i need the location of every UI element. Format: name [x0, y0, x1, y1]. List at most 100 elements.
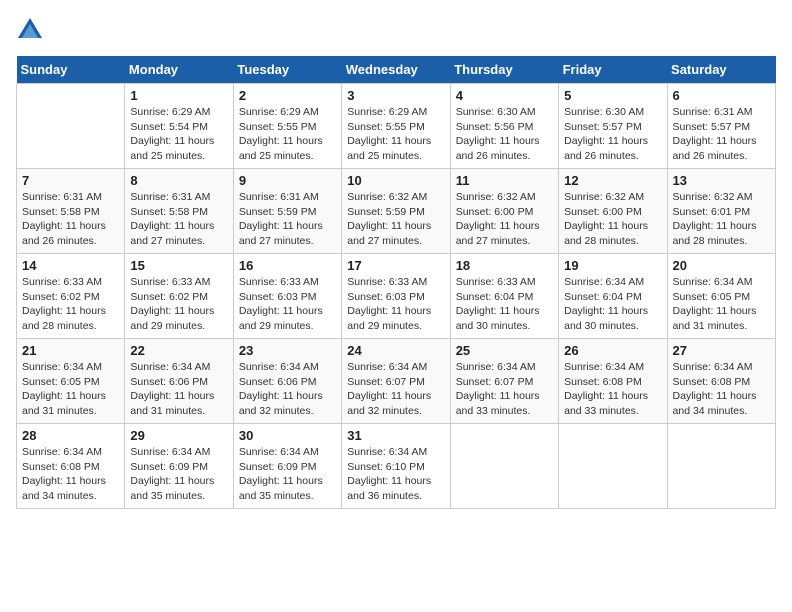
- column-header-sunday: Sunday: [17, 56, 125, 84]
- calendar-week-row: 7 Sunrise: 6:31 AM Sunset: 5:58 PM Daylig…: [17, 169, 776, 254]
- calendar-cell: 2 Sunrise: 6:29 AM Sunset: 5:55 PM Daylig…: [233, 84, 341, 169]
- calendar-week-row: 14Sunrise: 6:33 AM Sunset: 6:02 PM Dayli…: [17, 254, 776, 339]
- day-number: 13: [673, 173, 770, 188]
- day-number: 9: [239, 173, 336, 188]
- day-number: 2: [239, 88, 336, 103]
- calendar-cell: [559, 424, 667, 509]
- calendar-cell: 16 Sunrise: 6:33 AM Sunset: 6:03 PM Dayli…: [233, 254, 341, 339]
- calendar-cell: 22 Sunrise: 6:34 AM Sunset: 6:06 PM Dayli…: [125, 339, 233, 424]
- day-number: 21: [22, 343, 119, 358]
- day-number: 22: [130, 343, 227, 358]
- day-info: Sunrise: 6:34 AM Sunset: 6:10 PM Dayligh…: [347, 445, 444, 504]
- day-info: Sunrise: 6:31 AM Sunset: 5:58 PM Dayligh…: [130, 190, 227, 249]
- calendar-cell: 31 Sunrise: 6:34 AM Sunset: 6:10 PM Dayli…: [342, 424, 450, 509]
- calendar-cell: 17 Sunrise: 6:33 AM Sunset: 6:03 PM Dayli…: [342, 254, 450, 339]
- column-header-saturday: Saturday: [667, 56, 775, 84]
- day-info: Sunrise: 6:31 AM Sunset: 5:57 PM Dayligh…: [673, 105, 770, 164]
- day-number: 1: [130, 88, 227, 103]
- calendar-cell: 18 Sunrise: 6:33 AM Sunset: 6:04 PM Dayli…: [450, 254, 558, 339]
- day-number: 25: [456, 343, 553, 358]
- day-number: 8: [130, 173, 227, 188]
- day-info: Sunrise: 6:29 AM Sunset: 5:55 PM Dayligh…: [239, 105, 336, 164]
- calendar-cell: 9Sunrise: 6:31 AM Sunset: 5:59 PM Daylig…: [233, 169, 341, 254]
- calendar-week-row: 28 Sunrise: 6:34 AM Sunset: 6:08 PM Dayli…: [17, 424, 776, 509]
- day-info: Sunrise: 6:34 AM Sunset: 6:09 PM Dayligh…: [130, 445, 227, 504]
- day-info: Sunrise: 6:34 AM Sunset: 6:06 PM Dayligh…: [130, 360, 227, 419]
- calendar-cell: [17, 84, 125, 169]
- day-info: Sunrise: 6:34 AM Sunset: 6:04 PM Dayligh…: [564, 275, 661, 334]
- day-info: Sunrise: 6:31 AM Sunset: 5:58 PM Dayligh…: [22, 190, 119, 249]
- calendar-cell: 5 Sunrise: 6:30 AM Sunset: 5:57 PM Daylig…: [559, 84, 667, 169]
- day-number: 3: [347, 88, 444, 103]
- day-number: 17: [347, 258, 444, 273]
- day-number: 30: [239, 428, 336, 443]
- calendar-cell: 24 Sunrise: 6:34 AM Sunset: 6:07 PM Dayli…: [342, 339, 450, 424]
- day-info: Sunrise: 6:34 AM Sunset: 6:07 PM Dayligh…: [347, 360, 444, 419]
- calendar-week-row: 21 Sunrise: 6:34 AM Sunset: 6:05 PM Dayli…: [17, 339, 776, 424]
- day-info: Sunrise: 6:34 AM Sunset: 6:06 PM Dayligh…: [239, 360, 336, 419]
- day-number: 19: [564, 258, 661, 273]
- day-number: 29: [130, 428, 227, 443]
- day-info: Sunrise: 6:34 AM Sunset: 6:08 PM Dayligh…: [564, 360, 661, 419]
- calendar-cell: 23 Sunrise: 6:34 AM Sunset: 6:06 PM Dayli…: [233, 339, 341, 424]
- column-header-friday: Friday: [559, 56, 667, 84]
- day-number: 6: [673, 88, 770, 103]
- day-number: 20: [673, 258, 770, 273]
- day-number: 7: [22, 173, 119, 188]
- day-info: Sunrise: 6:29 AM Sunset: 5:55 PM Dayligh…: [347, 105, 444, 164]
- day-number: 5: [564, 88, 661, 103]
- logo-icon: [16, 16, 44, 44]
- column-header-wednesday: Wednesday: [342, 56, 450, 84]
- day-number: 4: [456, 88, 553, 103]
- calendar-cell: 7 Sunrise: 6:31 AM Sunset: 5:58 PM Daylig…: [17, 169, 125, 254]
- day-number: 27: [673, 343, 770, 358]
- calendar-cell: 30 Sunrise: 6:34 AM Sunset: 6:09 PM Dayli…: [233, 424, 341, 509]
- day-info: Sunrise: 6:34 AM Sunset: 6:05 PM Dayligh…: [22, 360, 119, 419]
- logo: [16, 16, 48, 44]
- calendar-cell: 11 Sunrise: 6:32 AM Sunset: 6:00 PM Dayli…: [450, 169, 558, 254]
- day-info: Sunrise: 6:33 AM Sunset: 6:03 PM Dayligh…: [239, 275, 336, 334]
- calendar-cell: 1 Sunrise: 6:29 AM Sunset: 5:54 PM Daylig…: [125, 84, 233, 169]
- day-number: 18: [456, 258, 553, 273]
- day-info: Sunrise: 6:33 AM Sunset: 6:04 PM Dayligh…: [456, 275, 553, 334]
- day-info: Sunrise: 6:32 AM Sunset: 6:00 PM Dayligh…: [456, 190, 553, 249]
- column-header-monday: Monday: [125, 56, 233, 84]
- day-info: Sunrise: 6:34 AM Sunset: 6:08 PM Dayligh…: [673, 360, 770, 419]
- calendar-cell: 12Sunrise: 6:32 AM Sunset: 6:00 PM Dayli…: [559, 169, 667, 254]
- day-info: Sunrise: 6:34 AM Sunset: 6:09 PM Dayligh…: [239, 445, 336, 504]
- day-info: Sunrise: 6:34 AM Sunset: 6:08 PM Dayligh…: [22, 445, 119, 504]
- calendar-header-row: SundayMondayTuesdayWednesdayThursdayFrid…: [17, 56, 776, 84]
- day-info: Sunrise: 6:32 AM Sunset: 6:01 PM Dayligh…: [673, 190, 770, 249]
- calendar-table: SundayMondayTuesdayWednesdayThursdayFrid…: [16, 56, 776, 509]
- calendar-cell: 8 Sunrise: 6:31 AM Sunset: 5:58 PM Daylig…: [125, 169, 233, 254]
- day-number: 24: [347, 343, 444, 358]
- day-number: 15: [130, 258, 227, 273]
- calendar-cell: 26 Sunrise: 6:34 AM Sunset: 6:08 PM Dayli…: [559, 339, 667, 424]
- calendar-cell: 6 Sunrise: 6:31 AM Sunset: 5:57 PM Daylig…: [667, 84, 775, 169]
- day-info: Sunrise: 6:29 AM Sunset: 5:54 PM Dayligh…: [130, 105, 227, 164]
- calendar-cell: 25Sunrise: 6:34 AM Sunset: 6:07 PM Dayli…: [450, 339, 558, 424]
- day-info: Sunrise: 6:30 AM Sunset: 5:56 PM Dayligh…: [456, 105, 553, 164]
- day-number: 26: [564, 343, 661, 358]
- calendar-cell: 29 Sunrise: 6:34 AM Sunset: 6:09 PM Dayli…: [125, 424, 233, 509]
- day-info: Sunrise: 6:34 AM Sunset: 6:05 PM Dayligh…: [673, 275, 770, 334]
- day-info: Sunrise: 6:32 AM Sunset: 6:00 PM Dayligh…: [564, 190, 661, 249]
- day-number: 14: [22, 258, 119, 273]
- day-info: Sunrise: 6:32 AM Sunset: 5:59 PM Dayligh…: [347, 190, 444, 249]
- calendar-cell: 14Sunrise: 6:33 AM Sunset: 6:02 PM Dayli…: [17, 254, 125, 339]
- day-number: 11: [456, 173, 553, 188]
- calendar-cell: 3 Sunrise: 6:29 AM Sunset: 5:55 PM Daylig…: [342, 84, 450, 169]
- day-info: Sunrise: 6:33 AM Sunset: 6:03 PM Dayligh…: [347, 275, 444, 334]
- calendar-cell: 4 Sunrise: 6:30 AM Sunset: 5:56 PM Daylig…: [450, 84, 558, 169]
- column-header-tuesday: Tuesday: [233, 56, 341, 84]
- calendar-cell: 13 Sunrise: 6:32 AM Sunset: 6:01 PM Dayli…: [667, 169, 775, 254]
- calendar-cell: [450, 424, 558, 509]
- calendar-cell: [667, 424, 775, 509]
- day-number: 23: [239, 343, 336, 358]
- day-number: 28: [22, 428, 119, 443]
- day-number: 31: [347, 428, 444, 443]
- calendar-cell: 27 Sunrise: 6:34 AM Sunset: 6:08 PM Dayli…: [667, 339, 775, 424]
- calendar-cell: 19 Sunrise: 6:34 AM Sunset: 6:04 PM Dayli…: [559, 254, 667, 339]
- day-info: Sunrise: 6:30 AM Sunset: 5:57 PM Dayligh…: [564, 105, 661, 164]
- day-number: 16: [239, 258, 336, 273]
